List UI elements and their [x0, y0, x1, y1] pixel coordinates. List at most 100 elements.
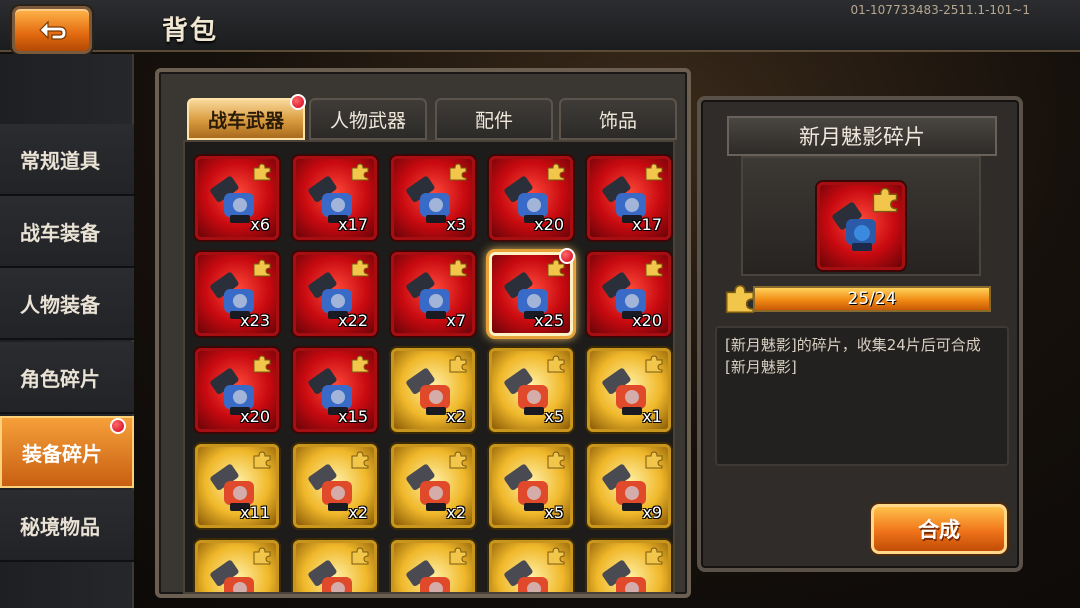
- preview-item-slot: [817, 182, 905, 270]
- puzzle-piece-icon: [449, 451, 467, 469]
- item-slot[interactable]: [195, 540, 279, 592]
- sidebar-item-character-gear[interactable]: 人物装备: [0, 268, 134, 340]
- item-quantity: x9: [642, 503, 662, 522]
- sidebar-item-label: 装备碎片: [22, 441, 102, 466]
- item-slot[interactable]: x20: [587, 252, 671, 336]
- sidebar: 常规道具 战车装备 人物装备 角色碎片 装备碎片 秘境物品: [0, 54, 134, 608]
- tab-vehicle-weapons[interactable]: 战车武器: [187, 98, 305, 140]
- item-slot[interactable]: x6: [195, 156, 279, 240]
- item-slot[interactable]: x3: [391, 156, 475, 240]
- tab-ornaments[interactable]: 饰品: [559, 98, 677, 140]
- puzzle-piece-icon: [645, 259, 663, 277]
- tab-label: 战车武器: [207, 109, 284, 132]
- page-title: 背包: [162, 16, 219, 46]
- puzzle-piece-icon: [547, 163, 565, 181]
- puzzle-piece-icon: [351, 163, 369, 181]
- item-slot[interactable]: x9: [587, 444, 671, 528]
- puzzle-piece-icon: [449, 547, 467, 565]
- puzzle-piece-icon: [547, 547, 565, 565]
- item-grid: x6 x17 x3 x20 x17 x23 x22 x7 x25 x20 x20 x15 x2 x5 x1 x…: [183, 140, 675, 594]
- puzzle-piece-icon: [449, 355, 467, 373]
- progress-text: 25/24: [847, 289, 897, 309]
- item-quantity: x20: [240, 407, 270, 426]
- tab-label: 配件: [474, 109, 513, 132]
- item-description: [新月魅影]的碎片，收集24片后可合成[新月魅影]: [715, 326, 1009, 466]
- item-quantity: x23: [240, 311, 270, 330]
- item-slot[interactable]: x2: [293, 444, 377, 528]
- item-quantity: x6: [250, 215, 270, 234]
- detail-title: 新月魅影碎片: [727, 116, 997, 156]
- puzzle-piece-icon: [449, 163, 467, 181]
- detail-panel: 新月魅影碎片 25/24 [新月魅影]的碎片，收集24片后可合成[新月魅影] 合…: [697, 96, 1023, 572]
- item-quantity: x17: [632, 215, 662, 234]
- item-slot[interactable]: x23: [195, 252, 279, 336]
- sidebar-item-label: 战车装备: [20, 220, 100, 245]
- tab-label: 人物武器: [329, 109, 406, 132]
- notification-dot: [290, 94, 306, 110]
- item-slot[interactable]: x1: [587, 348, 671, 432]
- item-slot[interactable]: x5: [489, 444, 573, 528]
- puzzle-piece-icon: [351, 355, 369, 373]
- puzzle-piece-icon: [253, 451, 271, 469]
- sidebar-item-label: 秘境物品: [20, 514, 100, 539]
- puzzle-piece-icon: [351, 451, 369, 469]
- build-version: 01-107733483-2511.1-101~1: [850, 3, 1030, 17]
- item-slot[interactable]: x20: [195, 348, 279, 432]
- item-slot[interactable]: x2: [391, 348, 475, 432]
- item-slot[interactable]: [489, 540, 573, 592]
- item-quantity: x2: [446, 503, 466, 522]
- sidebar-item-secret-items[interactable]: 秘境物品: [0, 490, 134, 562]
- sidebar-item-character-fragments[interactable]: 角色碎片: [0, 342, 134, 414]
- item-slot[interactable]: x17: [587, 156, 671, 240]
- tab-label: 饰品: [598, 109, 637, 132]
- item-slot[interactable]: x11: [195, 444, 279, 528]
- inventory-panel: 战车武器 人物武器 配件 饰品 x6 x17 x3 x20 x17 x23 x22 x7 x25…: [155, 68, 691, 598]
- item-quantity: x11: [240, 503, 270, 522]
- item-slot[interactable]: [587, 540, 671, 592]
- item-slot[interactable]: x17: [293, 156, 377, 240]
- item-quantity: x2: [348, 503, 368, 522]
- item-quantity: x20: [632, 311, 662, 330]
- item-slot[interactable]: x15: [293, 348, 377, 432]
- item-quantity: x3: [446, 215, 466, 234]
- item-quantity: x25: [534, 311, 564, 330]
- sidebar-item-common[interactable]: 常规道具: [0, 124, 134, 196]
- item-slot[interactable]: x25: [489, 252, 573, 336]
- puzzle-piece-icon: [449, 259, 467, 277]
- puzzle-piece-icon: [253, 259, 271, 277]
- puzzle-piece-icon: [725, 284, 755, 314]
- item-quantity: x22: [338, 311, 368, 330]
- back-button[interactable]: [12, 6, 92, 54]
- item-quantity: x17: [338, 215, 368, 234]
- fragment-progress-bar: 25/24: [753, 286, 991, 312]
- puzzle-piece-icon: [351, 259, 369, 277]
- item-slot[interactable]: x7: [391, 252, 475, 336]
- tab-accessories[interactable]: 配件: [435, 98, 553, 140]
- back-arrow-icon: [39, 20, 67, 40]
- item-quantity: x5: [544, 407, 564, 426]
- sidebar-item-label: 常规道具: [20, 148, 100, 173]
- tab-character-weapons[interactable]: 人物武器: [309, 98, 427, 140]
- item-slot[interactable]: x22: [293, 252, 377, 336]
- puzzle-piece-icon: [645, 355, 663, 373]
- item-slot[interactable]: [391, 540, 475, 592]
- item-quantity: x15: [338, 407, 368, 426]
- puzzle-piece-icon: [645, 451, 663, 469]
- combine-button[interactable]: 合成: [871, 504, 1007, 554]
- notification-dot: [110, 418, 126, 434]
- item-slot[interactable]: x2: [391, 444, 475, 528]
- item-quantity: x1: [642, 407, 662, 426]
- puzzle-piece-icon: [645, 163, 663, 181]
- item-slot[interactable]: x5: [489, 348, 573, 432]
- puzzle-piece-icon: [253, 547, 271, 565]
- item-slot[interactable]: x20: [489, 156, 573, 240]
- top-bar: 背包 01-107733483-2511.1-101~1: [0, 0, 1080, 54]
- item-slot[interactable]: [293, 540, 377, 592]
- item-quantity: x5: [544, 503, 564, 522]
- puzzle-piece-icon: [253, 163, 271, 181]
- item-quantity: x20: [534, 215, 564, 234]
- puzzle-piece-icon: [547, 451, 565, 469]
- sidebar-item-label: 人物装备: [20, 292, 100, 317]
- puzzle-piece-icon: [547, 355, 565, 373]
- sidebar-item-vehicle-gear[interactable]: 战车装备: [0, 196, 134, 268]
